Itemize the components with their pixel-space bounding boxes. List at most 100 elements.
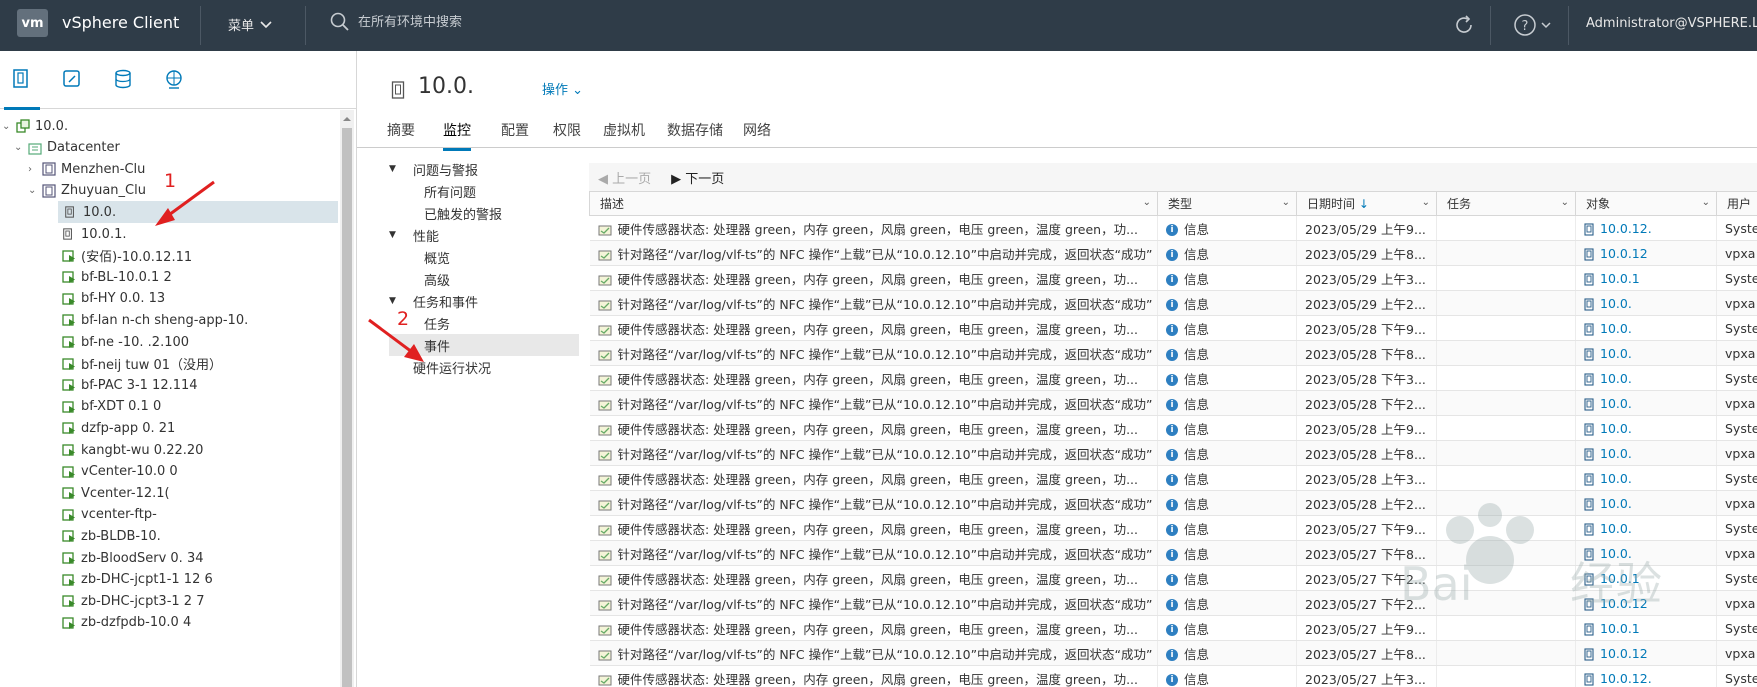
- cell-object[interactable]: 10.0.12: [1575, 640, 1717, 666]
- object-link[interactable]: 10.0.: [1600, 471, 1632, 486]
- tree-item[interactable]: 10.0.1.: [0, 223, 126, 245]
- object-link[interactable]: 10.0.: [1600, 421, 1632, 436]
- object-link[interactable]: 10.0.12.: [1600, 671, 1652, 686]
- refresh-button[interactable]: [1452, 13, 1476, 40]
- subnav-group-issues[interactable]: ▼ 问题与警报: [389, 158, 478, 180]
- tree-item[interactable]: zb-BLDB-10.: [0, 525, 161, 547]
- menu-button[interactable]: 菜单: [228, 15, 272, 34]
- tree-item[interactable]: zb-dzfpdb-10.0 4: [0, 612, 191, 634]
- tree-item[interactable]: kangbt-wu 0.22.20: [0, 439, 203, 461]
- tab-vms-templates[interactable]: [60, 67, 84, 91]
- table-row[interactable]: 硬件传感器状态: 处理器 green，内存 green，风扇 green，电压 …: [589, 415, 1757, 441]
- tab-2[interactable]: 配置: [501, 120, 529, 148]
- object-link[interactable]: 10.0.: [1600, 396, 1632, 411]
- cell-object[interactable]: 10.0.: [1575, 315, 1717, 341]
- cell-object[interactable]: 10.0.: [1575, 290, 1717, 316]
- table-row[interactable]: 硬件传感器状态: 处理器 green，内存 green，风扇 green，电压 …: [589, 265, 1757, 291]
- tab-1[interactable]: 监控: [443, 120, 471, 151]
- chevron-down-icon[interactable]: ⌄: [1702, 197, 1710, 208]
- col-description[interactable]: 描述 ⌄: [589, 191, 1158, 216]
- col-user[interactable]: 用户: [1716, 191, 1757, 216]
- object-link[interactable]: 10.0.: [1600, 296, 1632, 311]
- tree-item[interactable]: Vcenter-12.1(: [0, 482, 170, 504]
- tree-item[interactable]: (安佰)-10.0.12.11: [0, 245, 192, 267]
- table-row[interactable]: 针对路径“/var/log/vlf-ts”的 NFC 操作“上载”已从“10.0…: [589, 240, 1757, 266]
- table-row[interactable]: 硬件传感器状态: 处理器 green，内存 green，风扇 green，电压 …: [589, 315, 1757, 341]
- tree-item[interactable]: bf-HY 0.0. 13: [0, 288, 165, 310]
- table-row[interactable]: 硬件传感器状态: 处理器 green，内存 green，风扇 green，电压 …: [589, 365, 1757, 391]
- chevron-down-icon[interactable]: ⌄: [28, 185, 42, 196]
- tree-item[interactable]: zb-DHC-jcpt1-1 12 6: [0, 569, 213, 591]
- tree-item[interactable]: zb-BloodServ 0. 34: [0, 547, 204, 569]
- cell-object[interactable]: 10.0.: [1575, 390, 1717, 416]
- help-menu-button[interactable]: ?: [1513, 13, 1551, 37]
- table-row[interactable]: 硬件传感器状态: 处理器 green，内存 green，风扇 green，电压 …: [589, 465, 1757, 491]
- tab-3[interactable]: 权限: [553, 120, 581, 148]
- table-row[interactable]: 硬件传感器状态: 处理器 green，内存 green，风扇 green，电压 …: [589, 215, 1757, 241]
- subnav-advanced[interactable]: 高级: [424, 268, 450, 290]
- object-link[interactable]: 10.0.: [1600, 321, 1632, 336]
- actions-menu-button[interactable]: 操作 ⌄: [542, 79, 583, 98]
- chevron-down-icon[interactable]: ⌄: [1422, 197, 1430, 208]
- subnav-group-performance[interactable]: ▼ 性能: [389, 224, 439, 246]
- tree-item[interactable]: ⌄ Zhuyuan_Clu: [0, 180, 146, 202]
- user-menu[interactable]: Administrator@VSPHERE.L: [1586, 16, 1757, 31]
- subnav-all-issues[interactable]: 所有问题: [424, 180, 476, 202]
- table-row[interactable]: 针对路径“/var/log/vlf-ts”的 NFC 操作“上载”已从“10.0…: [589, 440, 1757, 466]
- tree-item[interactable]: vcenter-ftp-: [0, 504, 157, 526]
- tree-item[interactable]: zb-DHC-jcpt3-1 2 7: [0, 590, 204, 612]
- prev-page-button[interactable]: ◀ 上一页: [598, 168, 651, 187]
- subnav-triggered-alarms[interactable]: 已触发的警报: [424, 202, 502, 224]
- next-page-button[interactable]: ▶ 下一页: [671, 168, 724, 187]
- subnav-hardware-health[interactable]: 硬件运行状况: [413, 356, 491, 378]
- tree-item[interactable]: bf-ne -10. .2.100: [0, 331, 189, 353]
- col-object[interactable]: 对象 ⌄: [1575, 191, 1717, 216]
- tree-item[interactable]: ⌄ Datacenter: [0, 137, 120, 159]
- subnav-overview[interactable]: 概览: [424, 246, 450, 268]
- cell-object[interactable]: 10.0.: [1575, 365, 1717, 391]
- cell-object[interactable]: 10.0.: [1575, 440, 1717, 466]
- cell-object[interactable]: 10.0.12.: [1575, 215, 1717, 241]
- object-link[interactable]: 10.0.: [1600, 446, 1632, 461]
- table-row[interactable]: 硬件传感器状态: 处理器 green，内存 green，风扇 green，电压 …: [589, 665, 1757, 687]
- col-date-time[interactable]: 日期时间 ↓ ⌄: [1296, 191, 1437, 216]
- chevron-down-icon[interactable]: ⌄: [1282, 197, 1290, 208]
- cell-object[interactable]: 10.0.1: [1575, 265, 1717, 291]
- tree-item[interactable]: bf-XDT 0.1 0: [0, 396, 161, 418]
- col-task[interactable]: 任务 ⌄: [1436, 191, 1576, 216]
- tab-5[interactable]: 数据存储: [667, 120, 723, 148]
- tab-0[interactable]: 摘要: [387, 120, 415, 148]
- tree-scrollbar[interactable]: [340, 110, 354, 687]
- global-search[interactable]: [330, 12, 618, 32]
- cell-object[interactable]: 10.0.: [1575, 340, 1717, 366]
- tab-networking[interactable]: [162, 67, 186, 91]
- object-link[interactable]: 10.0.12: [1600, 246, 1648, 261]
- chevron-down-icon[interactable]: ⌄: [2, 121, 16, 132]
- cell-object[interactable]: 10.0.: [1575, 415, 1717, 441]
- tree-item[interactable]: 10.0.: [58, 201, 338, 224]
- cell-object[interactable]: 10.0.12.: [1575, 665, 1717, 687]
- tree-item[interactable]: bf-neij tuw 01（没用）: [0, 353, 222, 375]
- subnav-events[interactable]: 事件: [389, 334, 579, 356]
- tab-hosts-clusters[interactable]: [4, 67, 40, 110]
- tree-item[interactable]: vCenter-10.0 0: [0, 461, 178, 483]
- table-row[interactable]: 针对路径“/var/log/vlf-ts”的 NFC 操作“上载”已从“10.0…: [589, 290, 1757, 316]
- tree-item[interactable]: ⌄ 10.0.: [0, 115, 68, 137]
- vm-logo[interactable]: vm: [17, 9, 48, 37]
- cell-object[interactable]: 10.0.12: [1575, 240, 1717, 266]
- tree-item[interactable]: › Menzhen-Clu: [0, 158, 145, 180]
- tab-4[interactable]: 虚拟机: [603, 120, 645, 148]
- chevron-down-icon[interactable]: ⌄: [1561, 197, 1569, 208]
- table-row[interactable]: 针对路径“/var/log/vlf-ts”的 NFC 操作“上载”已从“10.0…: [589, 640, 1757, 666]
- scrollbar-thumb[interactable]: [342, 128, 352, 687]
- tab-6[interactable]: 网络: [743, 120, 771, 148]
- tree-item[interactable]: dzfp-app 0. 21: [0, 417, 175, 439]
- chevron-down-icon[interactable]: ⌄: [14, 142, 28, 153]
- object-link[interactable]: 10.0.1: [1600, 271, 1640, 286]
- object-link[interactable]: 10.0.12: [1600, 646, 1648, 661]
- object-link[interactable]: 10.0.: [1600, 371, 1632, 386]
- table-row[interactable]: 针对路径“/var/log/vlf-ts”的 NFC 操作“上载”已从“10.0…: [589, 390, 1757, 416]
- tree-item[interactable]: bf-lan n-ch sheng-app-10.: [0, 309, 248, 331]
- object-link[interactable]: 10.0.: [1600, 346, 1632, 361]
- tab-storage[interactable]: [111, 67, 135, 91]
